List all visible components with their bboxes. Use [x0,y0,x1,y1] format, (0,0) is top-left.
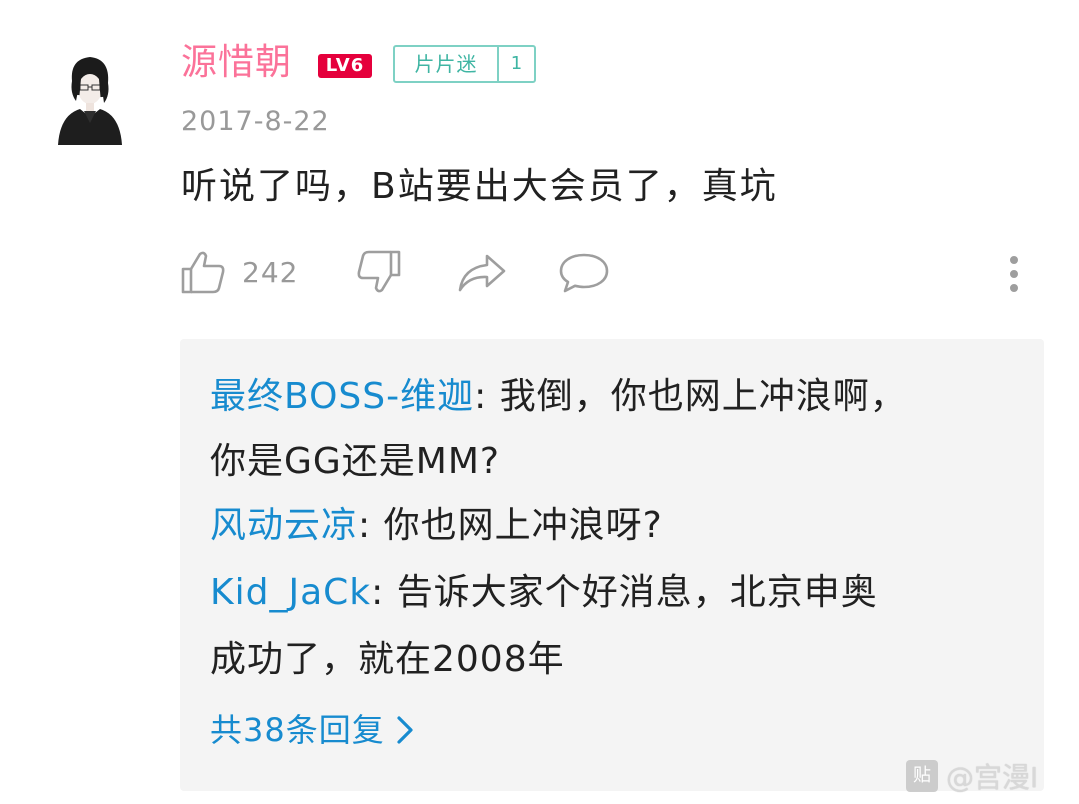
fan-medal-level: 1 [510,53,523,74]
like-count: 242 [242,255,299,289]
reply-text: 告诉大家个好消息，北京申奥 [396,572,878,613]
avatar-image [58,57,122,145]
avatar[interactable] [54,51,126,145]
more-options-button[interactable] [1000,250,1028,298]
fan-medal-name: 片片迷 [395,47,499,81]
fan-medal[interactable]: 片片迷 1 [393,45,536,83]
share-button[interactable] [457,248,507,296]
comment-bubble-icon [559,253,609,293]
reply-button[interactable] [558,248,610,296]
reply-username[interactable]: 最终BOSS-维迦 [210,376,474,417]
reply-item-continuation: 成功了，就在2008年 [210,632,565,688]
comment-content: 听说了吗，B站要出大会员了，真坑 [181,166,778,207]
reply-username[interactable]: Kid_JaCk [210,572,371,613]
watermark: 贴 @宫漫I [906,756,1076,796]
reply-text: 成功了，就在2008年 [210,639,565,680]
reply-item[interactable]: Kid_JaCk: 告诉大家个好消息，北京申奥 [210,565,878,621]
like-button[interactable]: 242 [180,248,298,296]
chevron-right-icon [397,716,413,744]
thumb-down-icon [357,250,401,293]
reply-separator: : [358,505,384,546]
reply-separator: : [371,572,397,613]
share-icon [458,254,506,292]
watermark-text: @宫漫I [946,761,1039,794]
reply-separator: : [474,376,500,417]
reply-item[interactable]: 风动云凉: 你也网上冲浪呀? [210,498,663,554]
view-all-replies-link[interactable]: 共38条回复 [210,705,415,755]
reply-item-continuation: 你是GG还是MM? [210,434,500,490]
level-badge: LV6 [318,54,372,78]
comment-timestamp: 2017-8-22 [181,106,330,137]
reply-text: 你也网上冲浪呀? [383,505,663,546]
thumb-up-icon [181,251,225,294]
view-all-replies-label: 共38条回复 [210,711,385,749]
watermark-logo-icon: 贴 [906,760,938,792]
comment-page: 源惜朝 LV6 片片迷 1 2017-8-22 听说了吗，B站要出大会员了，真坑… [0,0,1079,804]
reply-text: 你是GG还是MM? [210,441,501,482]
reply-text: 我倒，你也网上冲浪啊， [499,376,907,417]
replies-preview[interactable]: 最终BOSS-维迦: 我倒，你也网上冲浪啊， 你是GG还是MM? 风动云凉: 你… [180,339,1044,791]
reply-username[interactable]: 风动云凉 [210,505,358,546]
more-vertical-icon [1010,256,1018,292]
reply-item[interactable]: 最终BOSS-维迦: 我倒，你也网上冲浪啊， [210,369,907,425]
dislike-button[interactable] [356,248,402,296]
comment-username[interactable]: 源惜朝 [181,38,292,88]
